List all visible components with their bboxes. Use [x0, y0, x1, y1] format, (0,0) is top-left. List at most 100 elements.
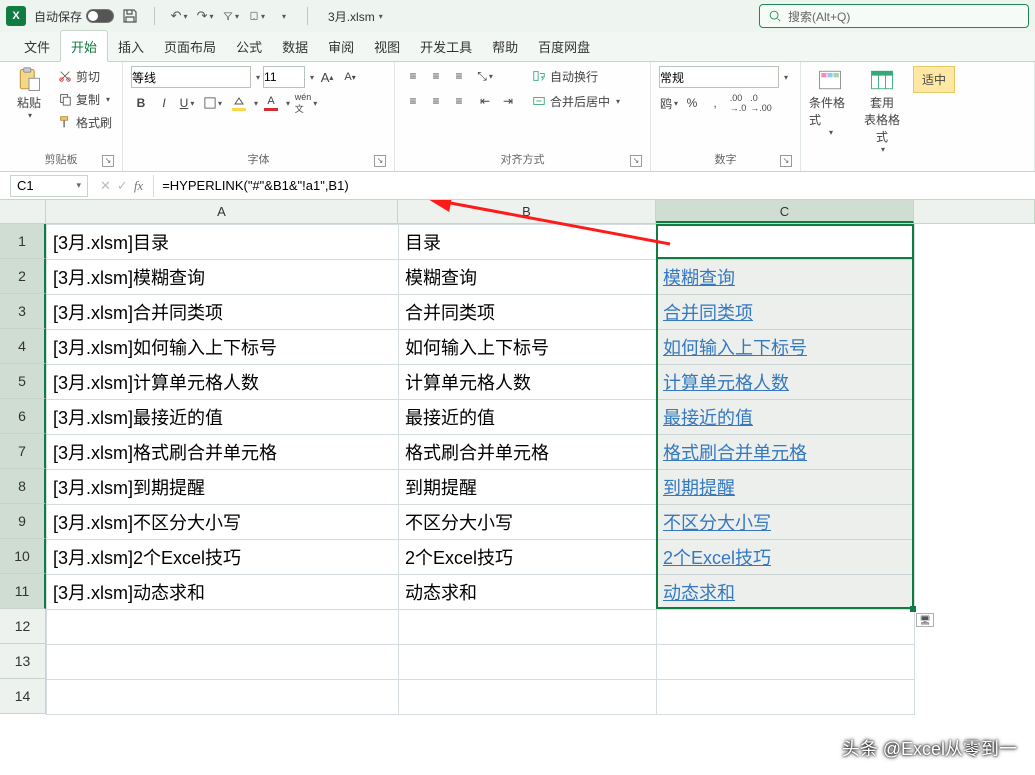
tab-视图[interactable]: 视图	[364, 31, 410, 61]
toggle-switch-icon[interactable]	[86, 9, 114, 23]
italic-button[interactable]: I	[154, 93, 174, 113]
cell-C7[interactable]: 格式刷合并单元格	[657, 435, 915, 470]
tab-百度网盘[interactable]: 百度网盘	[528, 31, 600, 61]
row-header-12[interactable]: 12	[0, 609, 46, 644]
cell-B9[interactable]: 不区分大小写	[399, 505, 657, 540]
tab-开始[interactable]: 开始	[60, 30, 108, 62]
font-color-button[interactable]: A	[261, 93, 281, 113]
hyperlink[interactable]: 最接近的值	[663, 408, 753, 428]
cell-B11[interactable]: 动态求和	[399, 575, 657, 610]
cell-B6[interactable]: 最接近的值	[399, 400, 657, 435]
row-header-4[interactable]: 4	[0, 329, 46, 364]
hyperlink[interactable]: 目录	[663, 233, 699, 253]
paste-button[interactable]: 粘贴▾	[8, 66, 50, 120]
cell-C6[interactable]: 最接近的值	[657, 400, 915, 435]
dialog-launcher-icon[interactable]: ↘	[374, 155, 386, 167]
cell-B3[interactable]: 合并同类项	[399, 295, 657, 330]
cut-button[interactable]: 剪切	[56, 66, 114, 86]
cell-C11[interactable]: 动态求和	[657, 575, 915, 610]
cell-B4[interactable]: 如何输入上下标号	[399, 330, 657, 365]
qat-more-icon[interactable]: ▾	[275, 8, 291, 24]
cell-A10[interactable]: [3月.xlsm]2个Excel技巧	[47, 540, 399, 575]
cell-C9[interactable]: 不区分大小写	[657, 505, 915, 540]
cell-A7[interactable]: [3月.xlsm]格式刷合并单元格	[47, 435, 399, 470]
column-header-extra[interactable]	[914, 200, 1035, 223]
cancel-formula-icon[interactable]: ✕	[100, 178, 111, 194]
increase-decimal-icon[interactable]: .00→.0	[728, 93, 748, 113]
dialog-launcher-icon[interactable]: ↘	[780, 155, 792, 167]
redo-icon[interactable]: ↷▾	[197, 8, 213, 24]
search-box[interactable]: 搜索(Alt+Q)	[759, 4, 1029, 28]
number-format-combo[interactable]	[659, 66, 779, 88]
enter-formula-icon[interactable]: ✓	[117, 178, 128, 194]
cell-C3[interactable]: 合并同类项	[657, 295, 915, 330]
comma-format-icon[interactable]: ,	[705, 93, 725, 113]
tab-文件[interactable]: 文件	[14, 31, 60, 61]
select-all-corner[interactable]	[0, 200, 46, 223]
format-painter-button[interactable]: 格式刷	[56, 112, 114, 132]
column-header-B[interactable]: B	[398, 200, 656, 223]
cell-B12[interactable]	[399, 610, 657, 645]
phonetic-button[interactable]: wén文▾	[296, 93, 316, 113]
cell-B8[interactable]: 到期提醒	[399, 470, 657, 505]
orientation-icon[interactable]: ⤡▾	[475, 66, 495, 86]
spreadsheet-grid[interactable]: ABC 1234567891011121314 [3月.xlsm]目录目录目录[…	[0, 200, 1035, 758]
dialog-launcher-icon[interactable]: ↘	[630, 155, 642, 167]
row-header-5[interactable]: 5	[0, 364, 46, 399]
cell-C12[interactable]	[657, 610, 915, 645]
cell-C2[interactable]: 模糊查询	[657, 260, 915, 295]
tab-数据[interactable]: 数据	[272, 31, 318, 61]
hyperlink[interactable]: 动态求和	[663, 583, 735, 603]
tab-开发工具[interactable]: 开发工具	[410, 31, 482, 61]
cell-C13[interactable]	[657, 645, 915, 680]
cell-A5[interactable]: [3月.xlsm]计算单元格人数	[47, 365, 399, 400]
row-header-6[interactable]: 6	[0, 399, 46, 434]
dialog-launcher-icon[interactable]: ↘	[102, 155, 114, 167]
merge-center-button[interactable]: 合并后居中▾	[530, 91, 622, 111]
row-header-1[interactable]: 1	[0, 224, 46, 259]
cell-C4[interactable]: 如何输入上下标号	[657, 330, 915, 365]
cell-A4[interactable]: [3月.xlsm]如何输入上下标号	[47, 330, 399, 365]
cell-C8[interactable]: 到期提醒	[657, 470, 915, 505]
name-box[interactable]: C1▾	[10, 175, 88, 197]
hyperlink[interactable]: 格式刷合并单元格	[663, 443, 807, 463]
cell-C14[interactable]	[657, 680, 915, 715]
save-icon[interactable]	[122, 8, 138, 24]
row-header-14[interactable]: 14	[0, 679, 46, 714]
filter-icon[interactable]: ▾	[223, 8, 239, 24]
cell-B2[interactable]: 模糊查询	[399, 260, 657, 295]
underline-button[interactable]: U▾	[177, 93, 197, 113]
cell-style-accent[interactable]: 适中	[913, 66, 955, 93]
column-header-A[interactable]: A	[46, 200, 398, 223]
fx-icon[interactable]: fx	[134, 178, 143, 194]
align-right-icon[interactable]: ≡	[449, 91, 469, 111]
row-header-13[interactable]: 13	[0, 644, 46, 679]
tab-帮助[interactable]: 帮助	[482, 31, 528, 61]
border-button[interactable]: ▾	[203, 93, 223, 113]
font-size-combo[interactable]	[263, 66, 305, 88]
formula-input[interactable]: =HYPERLINK("#"&B1&"!a1",B1)	[153, 175, 1035, 197]
hyperlink[interactable]: 模糊查询	[663, 268, 735, 288]
row-header-11[interactable]: 11	[0, 574, 46, 609]
align-middle-icon[interactable]: ≡	[426, 66, 446, 86]
cell-C5[interactable]: 计算单元格人数	[657, 365, 915, 400]
increase-indent-icon[interactable]: ⇥	[498, 91, 518, 111]
cell-B1[interactable]: 目录	[399, 225, 657, 260]
align-bottom-icon[interactable]: ≡	[449, 66, 469, 86]
cell-A3[interactable]: [3月.xlsm]合并同类项	[47, 295, 399, 330]
cell-A9[interactable]: [3月.xlsm]不区分大小写	[47, 505, 399, 540]
cell-A14[interactable]	[47, 680, 399, 715]
hyperlink[interactable]: 如何输入上下标号	[663, 338, 807, 358]
cell-C1[interactable]: 目录	[657, 225, 915, 260]
cell-B10[interactable]: 2个Excel技巧	[399, 540, 657, 575]
row-header-3[interactable]: 3	[0, 294, 46, 329]
decrease-indent-icon[interactable]: ⇤	[475, 91, 495, 111]
wrap-text-button[interactable]: 自动换行	[530, 66, 622, 86]
hyperlink[interactable]: 不区分大小写	[663, 513, 771, 533]
decrease-font-icon[interactable]: A▾	[340, 67, 360, 87]
tab-插入[interactable]: 插入	[108, 31, 154, 61]
row-header-8[interactable]: 8	[0, 469, 46, 504]
cell-A8[interactable]: [3月.xlsm]到期提醒	[47, 470, 399, 505]
row-header-9[interactable]: 9	[0, 504, 46, 539]
column-header-C[interactable]: C	[656, 200, 914, 223]
